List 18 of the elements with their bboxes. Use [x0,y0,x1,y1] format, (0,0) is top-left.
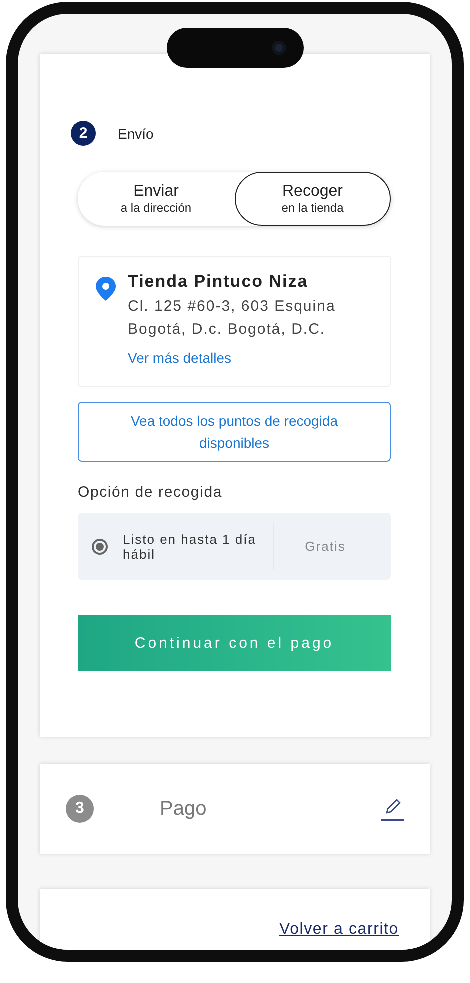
store-address-line: Cl. 125 #60-3, 603 Esquina [128,298,336,315]
delivery-option-tab[interactable]: Enviar a la dirección [78,172,234,226]
step-title: Pago [160,798,207,820]
pickup-option-card[interactable]: Listo en hasta 1 día hábil Gratis [78,513,391,580]
store-name: Tienda Pintuco Niza [128,272,310,292]
delivery-option-tab[interactable]: Recoger en la tienda [234,172,391,226]
back-link[interactable]: Volver a carrito [279,921,399,939]
location-pin-icon [96,277,116,301]
step-number-badge: 3 [66,795,94,823]
step-title: Envío [118,126,154,142]
store-address-line: Bogotá, D.c. Bogotá, D.C. [128,321,327,338]
option-label: Listo en hasta 1 día hábil [123,532,258,562]
section-label: Opción de recogida [78,484,224,501]
details-link[interactable]: Ver más detalles [128,350,232,366]
option-price: Gratis [304,539,347,554]
radio-button[interactable] [92,538,108,554]
step-number-badge: 2 [71,121,96,146]
pickup-points-button[interactable]: Vea todos los puntos de recogida disponibles [78,402,391,462]
